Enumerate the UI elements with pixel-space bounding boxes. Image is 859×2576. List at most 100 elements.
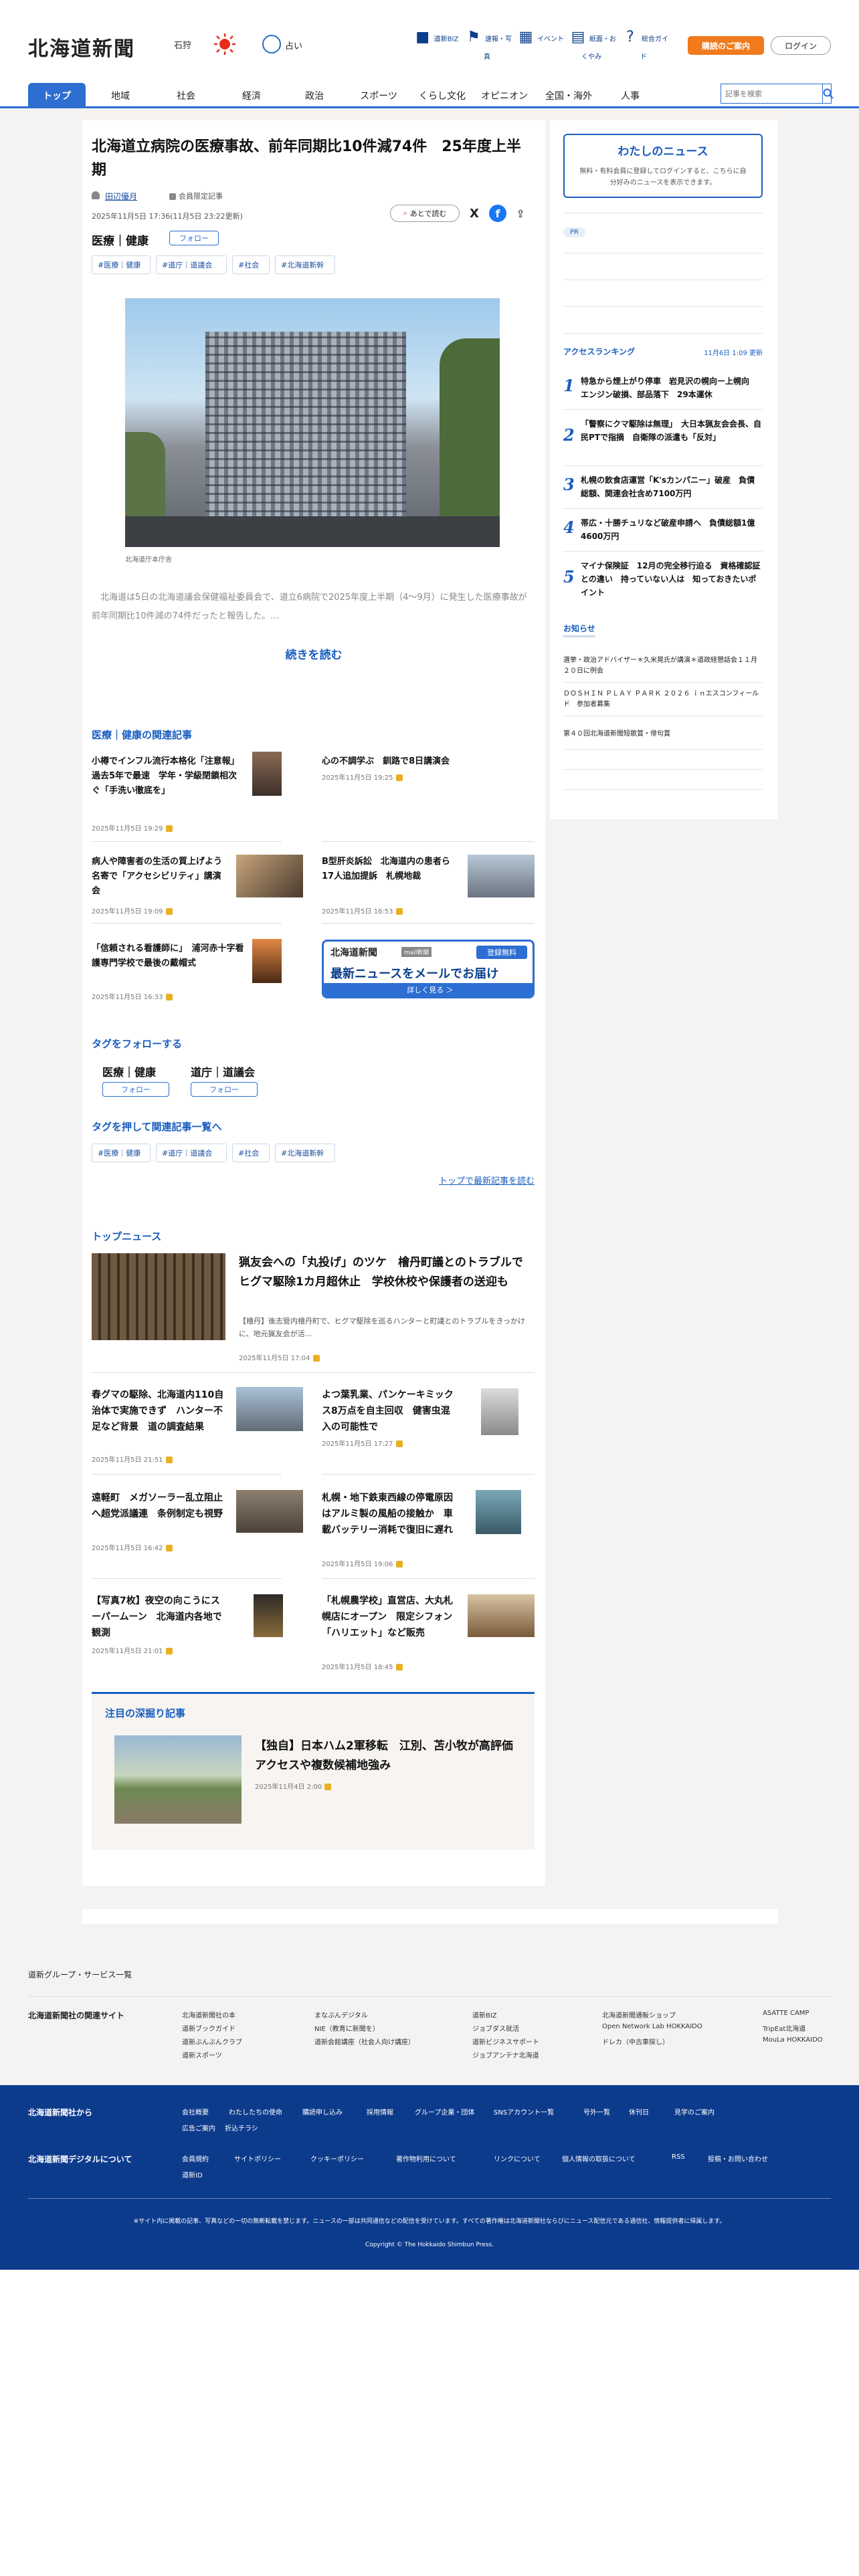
digital-link[interactable]: クッキーポリシー [310, 2153, 364, 2163]
related-item-title[interactable]: 病人や障害者の生活の質上げよう 名寄で「アクセシビリティ」講演会 [92, 855, 231, 899]
nav-sports[interactable]: スポーツ [351, 83, 407, 108]
digital-link[interactable]: 会員規約 [182, 2153, 209, 2163]
related-item-title[interactable]: 「信頼される看護師に」 浦河赤十字看護専門学校で最後の戴帽式 [92, 942, 246, 971]
search-icon[interactable] [822, 84, 834, 103]
tag-shinkansen[interactable]: #北海道新幹 [275, 1144, 335, 1162]
share-icon[interactable]: ⇪ [512, 205, 529, 222]
nav-icon-guide[interactable]: ? 総合ガイド [617, 27, 670, 62]
digital-link[interactable]: サイトポリシー [234, 2153, 281, 2163]
digital-link[interactable]: 投稿・お問い合わせ [708, 2153, 768, 2163]
related-site-link[interactable]: 道新ぶんぶんクラブ [182, 2036, 242, 2046]
genre-label[interactable]: 医療｜健康 [92, 231, 149, 248]
topnews-item-title[interactable]: 遠軽町 メガソーラー乱立阻止へ超党派議連 条例制定も視野 [92, 1490, 225, 1522]
tag-government[interactable]: #道庁｜道議会 [156, 255, 227, 274]
related-site-link[interactable]: 北海道新聞社の本 [182, 2010, 235, 2020]
fortune-icon[interactable] [262, 35, 281, 53]
deep-dive-title[interactable]: 【独自】日本ハム2軍移転 江別、苫小牧が高評価 アクセスや複数候補地強み [255, 1737, 524, 1776]
company-link[interactable]: 号外一覧 [583, 2107, 610, 2117]
related-site-link[interactable]: ASATTE CAMP [763, 2010, 809, 2017]
group-services-link[interactable]: 道新グループ・サービス一覧 [28, 1969, 132, 1980]
topnews-thumb[interactable] [236, 1490, 303, 1533]
tag-shinkansen[interactable]: #北海道新幹 [275, 255, 335, 274]
related-site-link[interactable]: 道新ビジネスサポート [472, 2036, 539, 2046]
read-more-link[interactable]: 続きを読む [82, 645, 545, 662]
notice-heading[interactable]: お知らせ [563, 623, 595, 637]
related-site-link[interactable]: 道新スポーツ [182, 2050, 222, 2060]
company-link[interactable]: 採用情報 [367, 2107, 393, 2117]
notice-item[interactable]: 第４０回北海道新聞短歌賞・俳句賞 [563, 729, 763, 740]
follow-tag-button[interactable]: フォロー [191, 1082, 258, 1097]
mail-register-button[interactable]: 登録無料 [476, 946, 527, 959]
related-site-link[interactable]: TripEat北海道 [763, 2023, 805, 2033]
topnews-item-title[interactable]: よつ葉乳業、パンケーキミックス8万点を自主回収 健害虫混入の可能性で [322, 1387, 456, 1435]
deep-dive-thumb[interactable] [114, 1735, 242, 1824]
digital-link[interactable]: 個人情報の取扱について [562, 2153, 636, 2163]
nav-economy[interactable]: 経済 [225, 83, 278, 108]
facebook-share-icon[interactable]: f [489, 205, 506, 222]
digital-link[interactable]: リンクについて [494, 2153, 541, 2163]
fortune-link[interactable]: 占い [285, 39, 302, 51]
site-logo[interactable]: 北海道新聞 [28, 32, 135, 62]
nav-icon-biz[interactable]: ■ 道新BIZ [408, 27, 462, 51]
subscribe-button[interactable]: 購読のご案内 [688, 36, 764, 55]
related-site-link[interactable]: NIE（教育に新聞を） [314, 2023, 379, 2033]
related-site-link[interactable]: 道新BIZ [472, 2010, 497, 2020]
tag-government[interactable]: #道庁｜道議会 [156, 1144, 227, 1162]
topnews-thumb[interactable] [481, 1388, 518, 1435]
related-thumb[interactable] [236, 855, 303, 897]
company-link[interactable]: SNSアカウント一覧 [494, 2107, 554, 2117]
related-site-link[interactable]: まなぶんデジタル [314, 2010, 368, 2020]
company-link[interactable]: 折込チラシ [225, 2123, 258, 2133]
article-photo[interactable] [125, 298, 500, 547]
related-site-link[interactable]: 道新ブックガイド [182, 2023, 235, 2033]
tag-society[interactable]: #社会 [232, 1144, 270, 1162]
topnews-thumb[interactable] [468, 1594, 535, 1637]
company-link[interactable]: グループ企業・団体 [415, 2107, 474, 2117]
genre-follow-button[interactable]: フォロー [169, 231, 219, 245]
nav-world[interactable]: 全国・海外 [541, 83, 597, 108]
weather-area[interactable]: 石狩 [174, 38, 191, 51]
nav-icon-event[interactable]: ▦ イベント [512, 27, 566, 51]
related-thumb[interactable] [252, 939, 282, 983]
top-latest-link[interactable]: トップで最新記事を読む [337, 1174, 535, 1186]
deep-dive-heading[interactable]: 注目の深掘り記事 [105, 1706, 185, 1720]
nav-society[interactable]: 社会 [159, 83, 213, 108]
topnews-item-title[interactable]: 「札幌農学校」直営店、大丸札幌店にオープン 限定シフォン「ハリエット」など販売 [322, 1593, 456, 1641]
company-link[interactable]: わたしたちの使命 [229, 2107, 282, 2117]
nav-politics[interactable]: 政治 [288, 83, 341, 108]
digital-link[interactable]: RSS [672, 2153, 685, 2161]
digital-link[interactable]: 著作物利用について [396, 2153, 456, 2163]
related-site-link[interactable]: ジョブダス就活 [472, 2023, 519, 2033]
my-news-box[interactable]: わたしのニュース 無料・有料会員に登録してログインすると、こちらに自分好みのニュ… [563, 134, 763, 198]
follow-tag-button[interactable]: フォロー [102, 1082, 169, 1097]
nav-icon-news[interactable]: ⚑ 速報・写真 [460, 27, 514, 62]
topnews-thumb[interactable] [476, 1490, 521, 1534]
topnews-item-title[interactable]: 札幌・地下鉄東西線の停電原因はアルミ製の風船の接触か 車載バッテリー消耗で復旧に… [322, 1490, 456, 1538]
nav-personnel[interactable]: 人事 [610, 83, 650, 108]
digital-link[interactable]: 道新ID [182, 2169, 203, 2179]
topnews-item-title[interactable]: 春グマの駆除、北海道内110自治体で実施できず ハンター不足など背景 道の調査結… [92, 1387, 225, 1435]
company-link[interactable]: 購読申し込み [302, 2107, 343, 2117]
related-site-link[interactable]: MouLa HOKKAIDO [763, 2036, 823, 2044]
topnews-lead-thumb[interactable] [92, 1253, 225, 1340]
topnews-thumb[interactable] [254, 1594, 283, 1637]
related-site-link[interactable]: Open Network Lab HOKKAIDO [602, 2023, 702, 2030]
related-site-link[interactable]: 道新会館講座（社会人向け講座） [314, 2036, 415, 2046]
related-site-link[interactable]: ジョブアンテナ北海道 [472, 2050, 539, 2060]
company-link[interactable]: 広告ご案内 [182, 2123, 215, 2133]
nav-opinion[interactable]: オピニオン [476, 83, 533, 108]
author[interactable]: 田辺優月 [92, 191, 137, 202]
nav-local[interactable]: 地域 [94, 83, 147, 108]
related-thumb[interactable] [468, 855, 535, 897]
company-link[interactable]: 休刊日 [629, 2107, 649, 2117]
related-site-link[interactable]: ドレカ（中古車探し） [602, 2036, 669, 2046]
nav-life[interactable]: くらし文化 [412, 83, 472, 108]
search-input[interactable] [721, 84, 822, 103]
notice-item[interactable]: 選挙・政治アドバイザー＊久米晃氏が講演＊道政経懇話会１１月２０日に例会 [563, 655, 763, 677]
related-site-link[interactable]: 北海道新聞通販ショップ [602, 2010, 676, 2020]
related-item-title[interactable]: 小樽でインフル流行本格化「注意報」過去5年で最速 学年・学級閉鎖相次ぐ「手洗い徹… [92, 754, 246, 798]
ranking-heading[interactable]: アクセスランキング [563, 346, 635, 357]
company-link[interactable]: 見学のご案内 [674, 2107, 714, 2117]
mail-newsletter-banner[interactable]: 北海道新聞 mail新聞 登録無料 最新ニュースをメールでお届け 詳しく見る ＞ [322, 940, 535, 998]
notice-item[interactable]: ＤＯＳＨＩＮ ＰＬＡＹ ＰＡＲＫ ２０２６ ｉｎエスコンフィールド 参加者募集 [563, 689, 763, 710]
